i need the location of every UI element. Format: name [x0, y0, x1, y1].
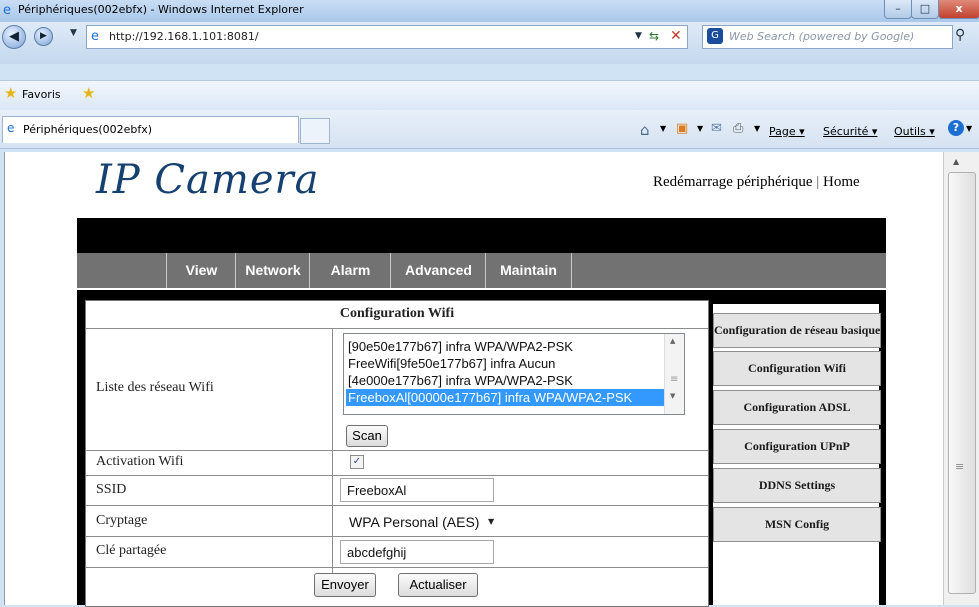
new-tab-button[interactable] — [300, 118, 330, 144]
nav-network[interactable]: Network — [235, 253, 310, 288]
header-band — [77, 218, 886, 253]
print-icon[interactable]: ⎙ — [733, 121, 743, 136]
stop-icon[interactable]: ✕ — [670, 28, 682, 44]
ssid-input[interactable]: FreeboxAl — [340, 478, 494, 502]
form-title: Configuration Wifi — [339, 306, 455, 321]
help-icon[interactable]: ? — [948, 120, 964, 136]
close-window-button[interactable]: x — [938, 0, 979, 19]
ssid-row: SSID FreeboxAl — [86, 475, 708, 506]
search-icon[interactable]: ⚲ — [955, 27, 965, 43]
feeds-dropdown-icon[interactable]: ▼ — [697, 124, 703, 133]
ssid-value: FreeboxAl — [347, 483, 407, 498]
page-icon: e — [91, 29, 99, 44]
scan-button[interactable]: Scan — [346, 425, 388, 447]
sidebar-msn-config[interactable]: MSN Config — [713, 507, 881, 542]
tools-menu-label: Outils — [894, 125, 926, 138]
window-title-bar: e Périphériques(002ebfx) - Windows Inter… — [0, 0, 979, 22]
home-icon[interactable]: ⌂ — [640, 121, 650, 139]
tools-menu[interactable]: Outils ▾ — [894, 125, 935, 138]
wifi-config-form: Configuration Wifi Liste des réseau Wifi… — [85, 300, 709, 607]
scroll-up-icon[interactable]: ▲ — [953, 157, 959, 166]
back-button[interactable]: ◀ — [2, 25, 26, 49]
crypt-value: WPA Personal (AES) — [349, 514, 480, 530]
nav-view[interactable]: View — [166, 253, 236, 288]
tab-label: Périphériques(002ebfx) — [23, 123, 153, 136]
sidebar-adsl-config[interactable]: Configuration ADSL — [713, 390, 881, 425]
link-separator: | — [816, 174, 820, 190]
address-dropdown-icon[interactable]: ▼ — [635, 31, 642, 41]
refresh-button[interactable]: Actualiser — [398, 573, 478, 597]
wifi-network-item[interactable]: [90e50e177b67] infra WPA/WPA2-PSK — [346, 338, 664, 355]
feeds-icon[interactable]: ▣ — [676, 121, 688, 136]
print-dropdown-icon[interactable]: ▼ — [754, 124, 760, 133]
scrollbar-thumb[interactable] — [948, 172, 976, 594]
top-links: Redémarrage périphérique | Home — [653, 174, 860, 191]
page-menu-label: Page — [769, 125, 796, 138]
window-title: Périphériques(002ebfx) - Windows Interne… — [18, 3, 304, 16]
mail-icon[interactable]: ✉ — [711, 121, 722, 136]
favorites-bar — [0, 80, 979, 111]
minimize-button[interactable]: – — [884, 0, 912, 19]
search-placeholder: Web Search (powered by Google) — [729, 30, 915, 43]
search-box[interactable]: G Web Search (powered by Google) — [702, 25, 953, 49]
wifi-network-item[interactable]: FreeWifi[9fe50e177b67] infra Aucun — [346, 355, 664, 372]
home-dropdown-icon[interactable]: ▼ — [660, 124, 666, 133]
ie-logo-icon: e — [3, 3, 11, 18]
page-menu[interactable]: Page ▾ — [769, 125, 805, 138]
sidebar-basic-network[interactable]: Configuration de réseau basique — [713, 313, 881, 348]
sidebar-wifi-config[interactable]: Configuration Wifi — [713, 351, 881, 386]
maximize-button[interactable]: □ — [911, 0, 939, 19]
ssid-label: SSID — [96, 482, 127, 497]
forward-button[interactable]: ▶ — [34, 27, 53, 46]
key-input[interactable]: abcdefghij — [340, 540, 494, 564]
list-scrollbar[interactable]: ▲ ≡ ▼ — [664, 334, 684, 414]
key-label: Clé partagée — [96, 543, 167, 558]
scroll-grip-icon: ≡ — [955, 460, 965, 473]
security-menu[interactable]: Sécurité ▾ — [823, 125, 877, 138]
activation-label: Activation Wifi — [96, 454, 184, 469]
add-favorite-icon[interactable]: ★ — [82, 84, 95, 102]
sidebar-upnp-config[interactable]: Configuration UPnP — [713, 429, 881, 464]
activation-row: Activation Wifi ✓ — [86, 450, 708, 476]
refresh-icon[interactable]: ⇆ — [649, 29, 659, 43]
list-scroll-grip-icon: ≡ — [670, 374, 679, 385]
nav-maintain[interactable]: Maintain — [485, 253, 572, 288]
nav-advanced[interactable]: Advanced — [390, 253, 486, 288]
reboot-link[interactable]: Redémarrage périphérique — [653, 174, 813, 190]
wifi-network-item[interactable]: FreeboxAl[00000e177b67] infra WPA/WPA2-P… — [346, 389, 664, 406]
help-dropdown-icon[interactable]: ▼ — [966, 124, 972, 133]
crypt-select[interactable]: WPA Personal (AES) ▼ — [340, 510, 502, 532]
wifi-network-item[interactable]: [4e000e177b67] infra WPA/WPA2-PSK — [346, 372, 664, 389]
key-value: abcdefghij — [347, 545, 407, 560]
submit-button[interactable]: Envoyer — [314, 573, 376, 597]
tab-page-icon: e — [7, 121, 15, 135]
history-dropdown-icon[interactable]: ▼ — [70, 28, 77, 38]
form-header: Configuration Wifi — [86, 301, 708, 329]
sidebar-ddns-settings[interactable]: DDNS Settings — [713, 468, 881, 503]
crypt-label: Cryptage — [96, 513, 148, 528]
address-url: http://192.168.1.101:8081/ — [109, 30, 259, 43]
network-items: [90e50e177b67] infra WPA/WPA2-PSK FreeWif… — [346, 338, 664, 406]
address-bar[interactable]: e http://192.168.1.101:8081/ ▼ ⇆ ✕ — [86, 25, 688, 49]
nav-alarm[interactable]: Alarm — [309, 253, 391, 288]
wifi-network-list[interactable]: [90e50e177b67] infra WPA/WPA2-PSK FreeWif… — [343, 333, 685, 415]
favorites-star-icon: ★ — [4, 84, 18, 102]
activation-checkbox[interactable]: ✓ — [350, 455, 364, 469]
tab-active[interactable]: e Périphériques(002ebfx) — [2, 116, 299, 143]
search-provider-icon: G — [707, 28, 723, 44]
list-scroll-down-icon[interactable]: ▼ — [670, 392, 675, 400]
ip-camera-logo: IP Camera — [96, 157, 320, 203]
home-link[interactable]: Home — [823, 174, 860, 190]
wifi-list-label: Liste des réseau Wifi — [96, 380, 214, 395]
crypt-dropdown-icon[interactable]: ▼ — [488, 517, 494, 526]
key-row: Clé partagée abcdefghij — [86, 536, 708, 568]
security-menu-label: Sécurité — [823, 125, 869, 138]
list-scroll-up-icon[interactable]: ▲ — [670, 337, 675, 345]
favorites-button[interactable]: Favoris — [22, 88, 61, 101]
crypt-row: Cryptage WPA Personal (AES) ▼ — [86, 505, 708, 537]
